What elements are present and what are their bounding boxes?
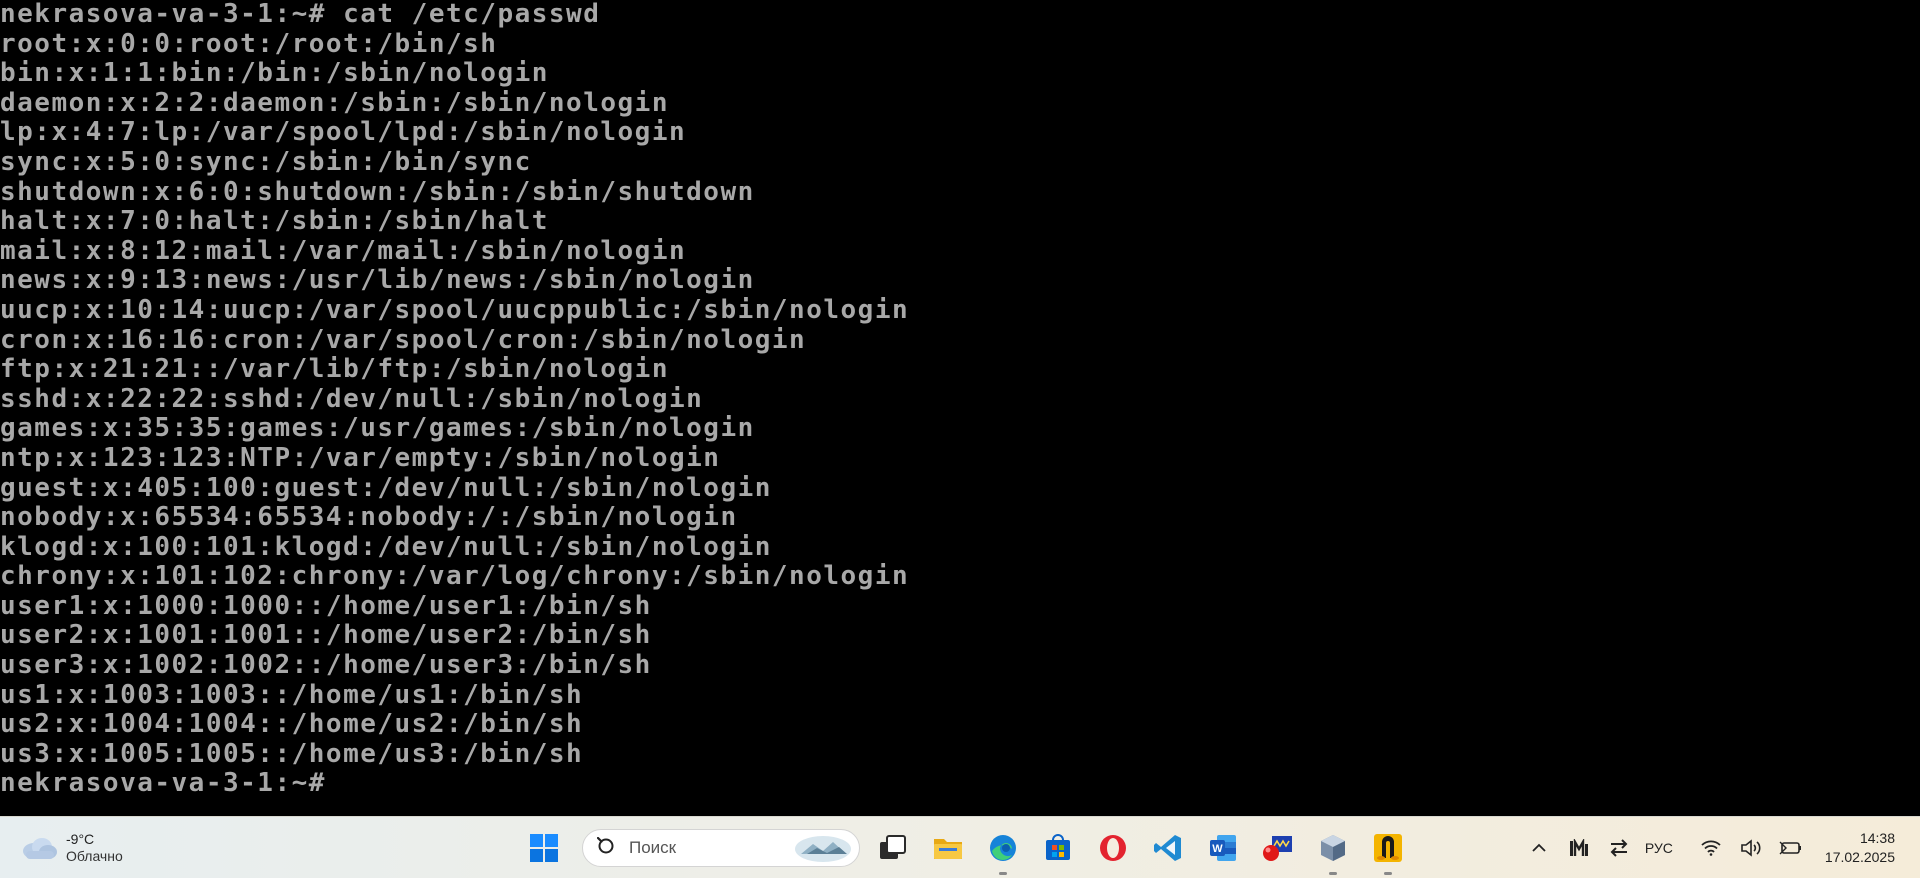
transfer-icon[interactable] (1603, 832, 1635, 864)
terminal-output-line: user1:x:1000:1000::/home/user1:/bin/sh (0, 590, 652, 621)
cloud-icon (20, 835, 58, 861)
generic-app-icon[interactable] (1256, 826, 1300, 870)
terminal-output-line: us1:x:1003:1003::/home/us1:/bin/sh (0, 679, 584, 710)
folder-icon[interactable] (926, 826, 970, 870)
terminal-output-line: cron:x:16:16:cron:/var/spool/cron:/sbin/… (0, 324, 807, 355)
search-icon (597, 837, 614, 854)
terminal-output: nekrasova-va-3-1:~# cat /etc/passwd root:… (0, 0, 1920, 799)
terminal-output-line: chrony:x:101:102:chrony:/var/log/chrony:… (0, 561, 910, 592)
chevron-up-icon[interactable] (1523, 832, 1555, 864)
linux-vm-icon[interactable] (1366, 826, 1410, 875)
terminal-output-line: mail:x:8:12:mail:/var/mail:/sbin/nologin (0, 235, 687, 266)
terminal-output-line: news:x:9:13:news:/usr/lib/news:/sbin/nol… (0, 265, 755, 296)
store-icon[interactable] (1036, 826, 1080, 870)
windows-start-icon[interactable] (522, 826, 566, 870)
taskbar: -9°C Облачно Поиск W РУС 14:38 17.02.202… (0, 816, 1920, 878)
terminal-prompt: nekrasova-va-3-1:~# (0, 768, 326, 799)
terminal-output-line: daemon:x:2:2:daemon:/sbin:/sbin/nologin (0, 87, 669, 118)
opera-icon[interactable] (1091, 826, 1135, 870)
terminal-output-line: sync:x:5:0:sync:/sbin:/bin/sync (0, 146, 532, 177)
terminal-command-line: nekrasova-va-3-1:~# cat /etc/passwd (0, 0, 601, 29)
weather-widget[interactable]: -9°C Облачно (20, 827, 123, 869)
terminal-output-line: sshd:x:22:22:sshd:/dev/null:/sbin/nologi… (0, 383, 704, 414)
clock-time: 14:38 (1859, 829, 1895, 846)
terminal-output-line: klogd:x:100:101:klogd:/dev/null:/sbin/no… (0, 531, 772, 562)
terminal-output-line: uucp:x:10:14:uucp:/var/spool/uucppublic:… (0, 294, 910, 325)
terminal-output-line: root:x:0:0:root:/root:/bin/sh (0, 28, 498, 59)
terminal-output-line: ftp:x:21:21::/var/lib/ftp:/sbin/nologin (0, 354, 669, 385)
svg-text:W: W (1212, 843, 1223, 855)
search-placeholder: Поиск (629, 838, 677, 857)
volume-icon[interactable] (1735, 832, 1767, 864)
terminal-output-line: nobody:x:65534:65534:nobody:/:/sbin/nolo… (0, 502, 738, 533)
terminal-output-line: us2:x:1004:1004::/home/us2:/bin/sh (0, 709, 584, 740)
terminal-output-line: lp:x:4:7:lp:/var/spool/lpd:/sbin/nologin (0, 117, 687, 148)
language-indicator[interactable]: РУС (1645, 840, 1673, 856)
terminal-output-line: us3:x:1005:1005::/home/us3:/bin/sh (0, 738, 584, 769)
edge-browser-icon[interactable] (981, 826, 1025, 875)
clock[interactable]: 14:38 17.02.2025 (1825, 829, 1895, 867)
search-box[interactable]: Поиск (582, 829, 860, 867)
word-icon[interactable]: W (1201, 826, 1245, 870)
terminal-output-line: shutdown:x:6:0:shutdown:/sbin:/sbin/shut… (0, 176, 755, 207)
wifi-icon[interactable] (1695, 832, 1727, 864)
weather-condition: Облачно (66, 848, 123, 864)
system-tray: РУС 14:38 17.02.2025 (1515, 817, 1920, 878)
weather-temperature: -9°C (66, 831, 95, 847)
battery-icon[interactable] (1775, 832, 1807, 864)
vscode-icon[interactable] (1146, 826, 1190, 870)
terminal-output-line: user3:x:1002:1002::/home/user3:/bin/sh (0, 650, 652, 681)
terminal-output-line: games:x:35:35:games:/usr/games:/sbin/nol… (0, 413, 755, 444)
terminal-output-line: halt:x:7:0:halt:/sbin:/sbin/halt (0, 206, 549, 237)
running-indicator (999, 872, 1007, 875)
taskbar-center: Поиск W (522, 825, 1410, 875)
search-highlight-icon (795, 836, 851, 862)
terminal-output-line: user2:x:1001:1001::/home/user2:/bin/sh (0, 620, 652, 651)
terminal-output-line: guest:x:405:100:guest:/dev/null:/sbin/no… (0, 472, 772, 503)
clock-date: 17.02.2025 (1824, 848, 1895, 865)
meter-icon[interactable] (1563, 832, 1595, 864)
terminal-output-line: ntp:x:123:123:NTP:/var/empty:/sbin/nolog… (0, 442, 721, 473)
running-indicator (1329, 872, 1337, 875)
terminal-output-line: bin:x:1:1:bin:/bin:/sbin/nologin (0, 58, 549, 89)
task-view-icon[interactable] (871, 826, 915, 870)
running-indicator (1384, 872, 1392, 875)
terminal-window[interactable]: nekrasova-va-3-1:~# cat /etc/passwd root:… (0, 0, 1920, 816)
virtualbox-icon[interactable] (1311, 826, 1355, 875)
